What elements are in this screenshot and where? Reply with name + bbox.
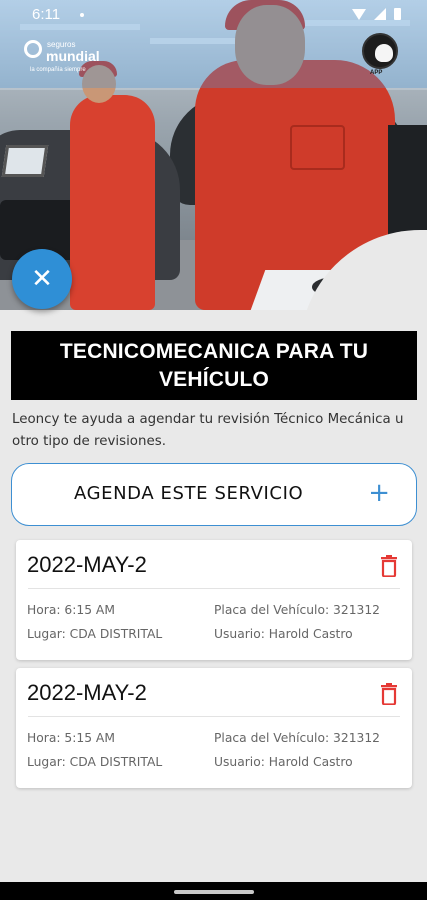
hero-mechanic-pocket — [290, 125, 345, 170]
schedule-service-button[interactable]: AGENDA ESTE SERVICIO + — [11, 463, 417, 526]
hero-laptop — [1, 145, 49, 177]
home-gesture-handle[interactable] — [174, 890, 254, 894]
logo-ring-icon — [24, 40, 42, 58]
appointment-place: Lugar: CDA DISTRITAL — [27, 627, 163, 641]
appointment-card[interactable]: 2022-MAY-2 Hora: 6:15 AM Placa del Vehíc… — [16, 540, 412, 660]
close-button[interactable]: ✕ — [12, 249, 72, 309]
status-bar: 6:11 — [0, 0, 427, 30]
battery-icon — [394, 8, 401, 20]
trash-icon[interactable] — [380, 555, 398, 577]
appointment-time: Hora: 5:15 AM — [27, 731, 115, 745]
appointment-plate: Placa del Vehículo: 321312 — [214, 603, 380, 617]
status-time: 6:11 — [32, 6, 61, 23]
signal-icon — [374, 8, 386, 20]
appointment-plate: Placa del Vehículo: 321312 — [214, 731, 380, 745]
hero-mechanic-left — [70, 61, 155, 310]
page-title: TECNICOMECANICA PARA TU VEHÍCULO — [11, 331, 417, 400]
plus-icon: + — [368, 478, 390, 508]
appointment-date: 2022-MAY-2 — [27, 552, 147, 577]
page-description: Leoncy te ayuda a agendar tu revisión Té… — [12, 412, 404, 449]
appointment-user: Usuario: Harold Castro — [214, 627, 353, 641]
appointment-place: Lugar: CDA DISTRITAL — [27, 755, 163, 769]
wifi-icon — [352, 8, 366, 20]
lion-icon — [362, 33, 398, 69]
card-divider — [28, 716, 400, 717]
lion-badge-text: APP — [370, 70, 383, 76]
status-icons — [352, 8, 401, 20]
appointment-date: 2022-MAY-2 — [27, 680, 147, 705]
appointment-time: Hora: 6:15 AM — [27, 603, 115, 617]
logo-tagline: la compañía siempre — [30, 67, 86, 73]
seguros-mundial-logo: seguros mundial la compañía siempre — [14, 36, 129, 78]
schedule-service-label: AGENDA ESTE SERVICIO — [74, 483, 304, 504]
appointment-user: Usuario: Harold Castro — [214, 755, 353, 769]
appointment-card[interactable]: 2022-MAY-2 Hora: 5:15 AM Placa del Vehíc… — [16, 668, 412, 788]
card-divider — [28, 588, 400, 589]
trash-icon[interactable] — [380, 683, 398, 705]
notification-dot-icon — [80, 13, 84, 17]
close-icon: ✕ — [31, 264, 53, 294]
lion-app-badge: APP — [360, 33, 400, 78]
logo-brand: mundial — [46, 48, 100, 64]
